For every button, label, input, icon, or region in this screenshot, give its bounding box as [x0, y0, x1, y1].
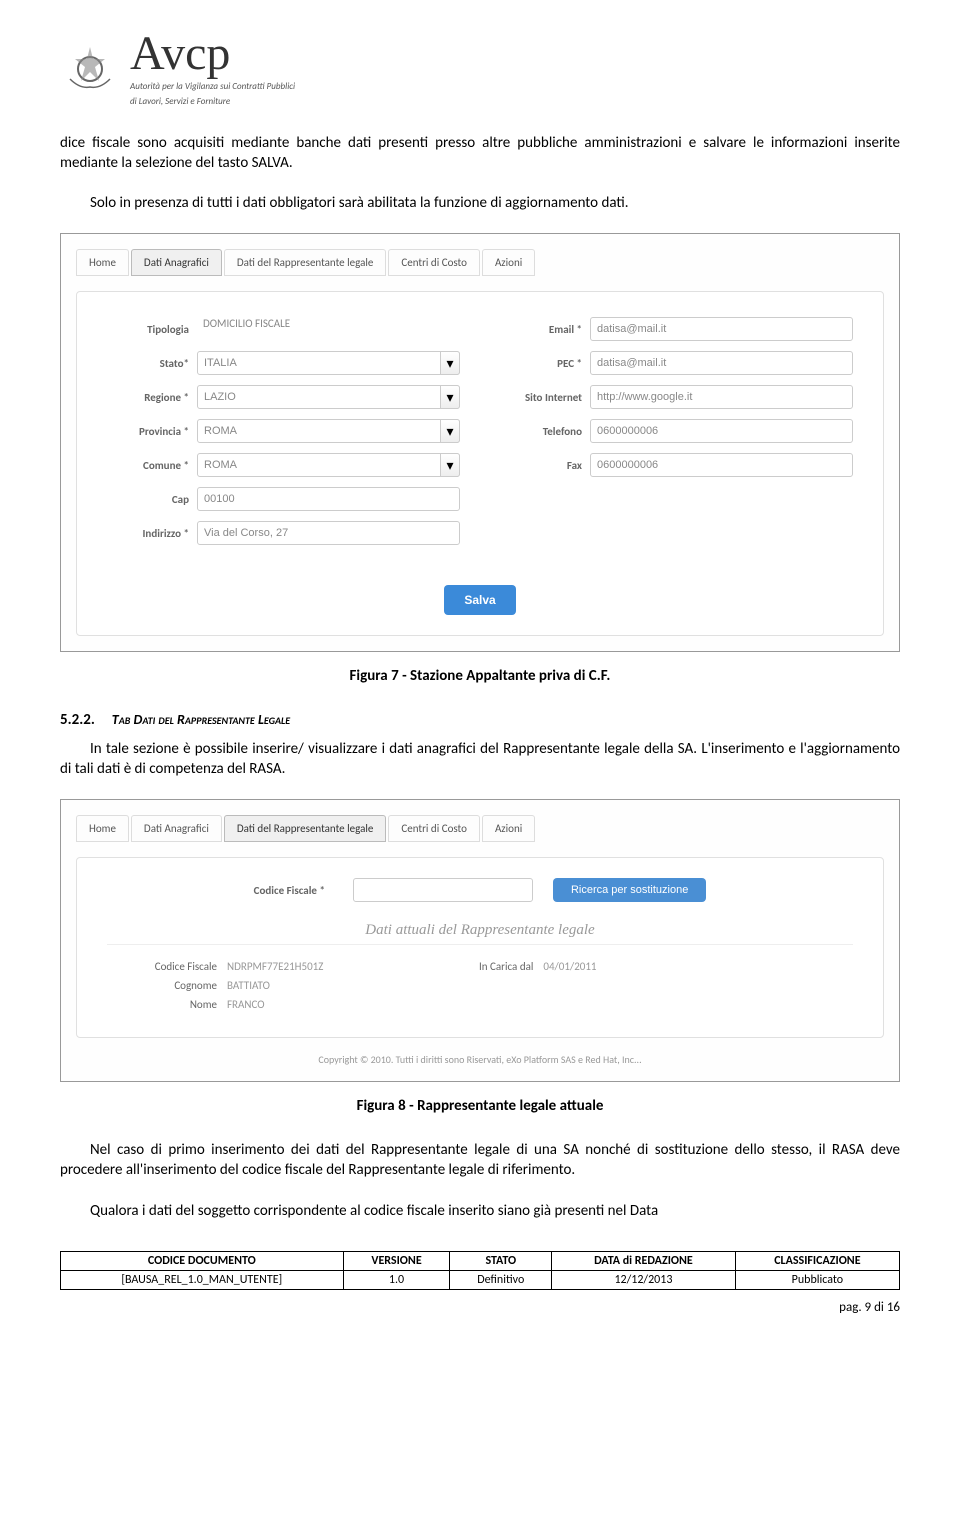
tipologia-value: DOMICILIO FISCALE: [197, 317, 460, 341]
figure-7-caption: Figura 7 - Stazione Appaltante priva di …: [60, 667, 900, 685]
logo-subline1: Autorità per la Vigilanza sui Contratti …: [130, 82, 295, 93]
telefono-input[interactable]: [590, 419, 853, 443]
section-number: 5.2.2.: [60, 711, 95, 729]
email-input[interactable]: [590, 317, 853, 341]
footer-class-val: Pubblicato: [735, 1270, 899, 1289]
telefono-label: Telefono: [500, 425, 590, 438]
regione-label: Regione *: [107, 391, 197, 404]
tab-centri-costo[interactable]: Centri di Costo: [388, 815, 480, 842]
figure-8-caption: Figura 8 - Rappresentante legale attuale: [60, 1097, 900, 1115]
detail-cognome-value: BATTIATO: [227, 979, 270, 992]
chevron-down-icon[interactable]: ▾: [440, 419, 460, 443]
regione-input[interactable]: [197, 385, 460, 409]
detail-incarica-value: 04/01/2011: [543, 960, 596, 973]
paragraph-5: Qualora i dati del soggetto corrisponden…: [60, 1201, 900, 1221]
screenshot-figure-7: Home Dati Anagrafici Dati del Rappresent…: [60, 233, 900, 652]
tipologia-label: Tipologia: [107, 323, 197, 336]
salva-button[interactable]: Salva: [444, 585, 515, 615]
header-logo: Avcp Autorità per la Vigilanza sui Contr…: [60, 30, 900, 108]
tab-azioni[interactable]: Azioni: [482, 249, 535, 276]
detail-cognome-label: Cognome: [107, 979, 227, 992]
tab-rappresentante[interactable]: Dati del Rappresentante legale: [224, 815, 387, 842]
indirizzo-label: Indirizzo *: [107, 527, 197, 540]
section-title: Tab Dati del Rappresentante Legale: [112, 711, 290, 728]
detail-cf-label: Codice Fiscale: [107, 960, 227, 973]
italian-emblem-icon: [60, 39, 120, 99]
comune-label: Comune *: [107, 459, 197, 472]
footer-data-val: 12/12/2013: [552, 1270, 736, 1289]
chevron-down-icon[interactable]: ▾: [440, 351, 460, 375]
chevron-down-icon[interactable]: ▾: [440, 385, 460, 409]
detail-nome-label: Nome: [107, 998, 227, 1011]
tab-dati-anagrafici[interactable]: Dati Anagrafici: [131, 815, 222, 842]
fax-input[interactable]: [590, 453, 853, 477]
fax-label: Fax: [500, 459, 590, 472]
cf-label: Codice Fiscale *: [254, 884, 333, 897]
comune-input[interactable]: [197, 453, 460, 477]
cap-label: Cap: [107, 493, 197, 506]
screenshot-figure-8: Home Dati Anagrafici Dati del Rappresent…: [60, 799, 900, 1082]
paragraph-1: dice fiscale sono acquisiti mediante ban…: [60, 133, 900, 174]
footer-class-hdr: CLASSIFICAZIONE: [735, 1251, 899, 1270]
footer-table: CODICE DOCUMENTO VERSIONE STATO DATA di …: [60, 1251, 900, 1290]
provincia-input[interactable]: [197, 419, 460, 443]
footer-stato-val: Definitivo: [450, 1270, 552, 1289]
detail-incarica-label: In Carica dal: [423, 960, 543, 973]
tab-azioni[interactable]: Azioni: [482, 815, 535, 842]
email-label: Email *: [500, 323, 590, 336]
cap-input[interactable]: [197, 487, 460, 511]
paragraph-3: In tale sezione è possibile inserire/ vi…: [60, 739, 900, 780]
provincia-label: Provincia *: [107, 425, 197, 438]
stato-label: Stato*: [107, 357, 197, 370]
logo-text: Avcp: [130, 30, 295, 78]
tab-dati-anagrafici[interactable]: Dati Anagrafici: [131, 249, 222, 276]
detail-nome-value: FRANCO: [227, 998, 265, 1011]
cf-input[interactable]: [353, 878, 533, 902]
footer-versione-val: 1.0: [343, 1270, 450, 1289]
logo-subline2: di Lavori, Servizi e Forniture: [130, 97, 295, 108]
panel-subtitle: Dati attuali del Rappresentante legale: [107, 922, 853, 945]
page-number: pag. 9 di 16: [60, 1300, 900, 1315]
footer-codice-hdr: CODICE DOCUMENTO: [61, 1251, 344, 1270]
stato-input[interactable]: [197, 351, 460, 375]
pec-input[interactable]: [590, 351, 853, 375]
sito-input[interactable]: [590, 385, 853, 409]
pec-label: PEC *: [500, 357, 590, 370]
footer-versione-hdr: VERSIONE: [343, 1251, 450, 1270]
ricerca-sostituzione-button[interactable]: Ricerca per sostituzione: [553, 878, 706, 902]
chevron-down-icon[interactable]: ▾: [440, 453, 460, 477]
footer-codice-val: [BAUSA_REL_1.0_MAN_UTENTE]: [61, 1270, 344, 1289]
footer-stato-hdr: STATO: [450, 1251, 552, 1270]
paragraph-4: Nel caso di primo inserimento dei dati d…: [60, 1140, 900, 1181]
sito-label: Sito Internet: [500, 391, 590, 404]
tab-home[interactable]: Home: [76, 249, 129, 276]
tab-centri-costo[interactable]: Centri di Costo: [388, 249, 480, 276]
tab-home[interactable]: Home: [76, 815, 129, 842]
paragraph-2: Solo in presenza di tutti i dati obbliga…: [60, 193, 900, 213]
copyright-line: Copyright © 2010. Tutti i diritti sono R…: [76, 1053, 884, 1066]
indirizzo-input[interactable]: [197, 521, 460, 545]
detail-cf-value: NDRPMF77E21H501Z: [227, 960, 323, 973]
footer-data-hdr: DATA di REDAZIONE: [552, 1251, 736, 1270]
tab-rappresentante[interactable]: Dati del Rappresentante legale: [224, 249, 387, 276]
